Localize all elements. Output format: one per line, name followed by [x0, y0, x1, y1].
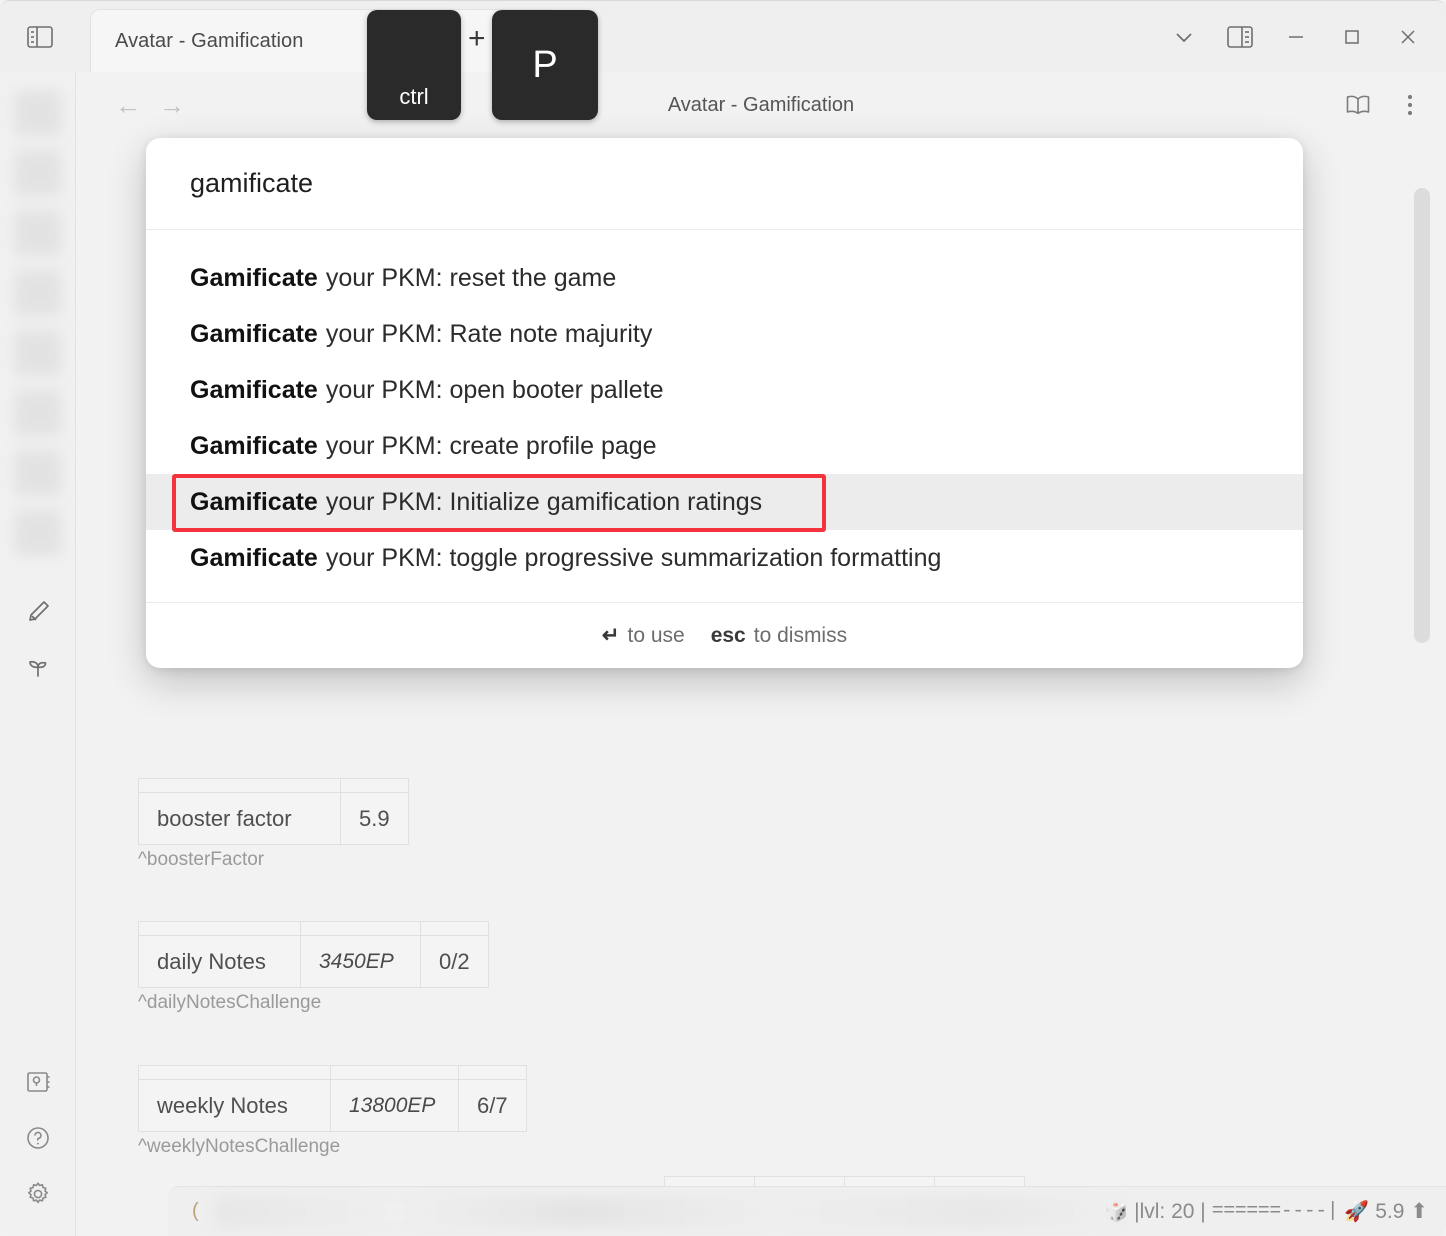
title-bar: Avatar - Gamification: [0, 0, 1446, 72]
command-item-label: your PKM: create profile page: [326, 432, 657, 461]
maximize-icon[interactable]: [1324, 11, 1380, 63]
ribbon-redacted-items: [10, 82, 66, 592]
table-cell: 5.9: [341, 793, 409, 845]
enter-hint: ↵ to use: [602, 623, 685, 648]
keycap-p-label: P: [532, 44, 557, 87]
left-sidebar-toggle-icon[interactable]: [20, 17, 60, 57]
daily-notes-block: daily Notes 3450EP 0/2 ^dailyNotesChalle…: [138, 921, 489, 1014]
tab-avatar-gamification[interactable]: Avatar - Gamification: [90, 9, 560, 73]
command-item-match: Gamificate: [190, 432, 318, 461]
command-item-label: your PKM: open booter pallete: [326, 376, 664, 405]
xp-progress-bar: ======----|: [1212, 1200, 1339, 1223]
command-item-match: Gamificate: [190, 264, 318, 293]
vault-icon[interactable]: [18, 1062, 58, 1102]
help-icon[interactable]: [18, 1118, 58, 1158]
table-cell: 13800EP: [331, 1080, 459, 1132]
status-bar: ( 🎲 |lvl: 20 | ======----| 🚀 5.9 ⬆: [168, 1186, 1446, 1236]
command-item-match: Gamificate: [190, 488, 318, 517]
document-title: Avatar - Gamification: [76, 72, 1446, 138]
left-ribbon: [0, 72, 76, 1236]
command-palette-footer: ↵ to use esc to dismiss: [146, 602, 1303, 668]
block-reference: ^weeklyNotesChallenge: [138, 1136, 527, 1158]
command-item-open-booter-pallete[interactable]: Gamificate your PKM: open booter pallete: [146, 362, 1303, 418]
settings-gear-icon[interactable]: [18, 1174, 58, 1214]
table-cell: daily Notes: [139, 936, 301, 988]
command-item-create-profile-page[interactable]: Gamificate your PKM: create profile page: [146, 418, 1303, 474]
more-options-icon[interactable]: [1390, 85, 1430, 125]
esc-hint: esc to dismiss: [711, 624, 847, 648]
window-controls: [1156, 11, 1436, 63]
keycap-plus: +: [468, 22, 486, 56]
weekly-notes-block: weekly Notes 13800EP 6/7 ^weeklyNotesCha…: [138, 1065, 527, 1158]
table-cell: 0/2: [421, 936, 489, 988]
rocket-icon: 🚀: [1344, 1199, 1369, 1224]
esc-hint-label: to dismiss: [754, 624, 847, 648]
block-reference: ^dailyNotesChallenge: [138, 992, 489, 1014]
chevron-down-icon[interactable]: [1156, 11, 1212, 63]
trend-up-icon: ⬆: [1410, 1199, 1428, 1224]
command-item-reset-the-game[interactable]: Gamificate your PKM: reset the game: [146, 250, 1303, 306]
command-item-initialize-gamification-ratings[interactable]: Gamificate your PKM: Initialize gamificat…: [146, 474, 1303, 530]
enter-key-icon: ↵: [602, 623, 620, 648]
scrollbar-thumb[interactable]: [1414, 188, 1430, 643]
table-cell: 3450EP: [301, 936, 421, 988]
back-arrow-icon[interactable]: ←: [106, 83, 150, 127]
book-icon[interactable]: [1338, 85, 1378, 125]
booster-factor-block: booster factor 5.9 ^boosterFactor: [138, 778, 409, 871]
document-scrollbar[interactable]: [1402, 138, 1442, 1188]
command-palette: Gamificate your PKM: reset the game Gamif…: [146, 138, 1303, 668]
command-item-toggle-progressive-summarization-formatting[interactable]: Gamificate your PKM: toggle progressive s…: [146, 530, 1303, 586]
command-item-label: your PKM: toggle progressive summarizati…: [326, 544, 942, 573]
command-item-match: Gamificate: [190, 320, 318, 349]
command-results-list: Gamificate your PKM: reset the game Gamif…: [146, 230, 1303, 596]
esc-key-label: esc: [711, 624, 746, 648]
table-cell: booster factor: [139, 793, 341, 845]
minimize-icon[interactable]: [1268, 11, 1324, 63]
forward-arrow-icon[interactable]: →: [150, 83, 194, 127]
enter-hint-label: to use: [627, 624, 684, 648]
status-left-text: (: [192, 1200, 199, 1223]
close-icon[interactable]: [1380, 11, 1436, 63]
status-bar-gamification[interactable]: 🎲 |lvl: 20 | ======----| 🚀 5.9 ⬆: [1103, 1199, 1428, 1224]
document-header-actions: [1338, 72, 1430, 138]
command-palette-search: [146, 138, 1303, 230]
sprout-icon[interactable]: [18, 648, 58, 688]
command-item-match: Gamificate: [190, 544, 318, 573]
command-item-label: your PKM: reset the game: [326, 264, 616, 293]
table-cell: 6/7: [459, 1080, 527, 1132]
keycap-ctrl: ctrl: [367, 10, 461, 120]
block-reference: ^boosterFactor: [138, 849, 409, 871]
keycap-p: P: [492, 10, 598, 120]
tab-label: Avatar - Gamification: [115, 30, 303, 53]
document-header: ← → Avatar - Gamification: [76, 72, 1446, 138]
status-bar-left-redacted: (: [192, 1197, 1103, 1227]
keycap-ctrl-label: ctrl: [399, 84, 428, 110]
obsidian-window: Avatar - Gamification: [0, 0, 1446, 1236]
highlighter-icon[interactable]: [18, 592, 58, 632]
booster-factor-table: booster factor 5.9: [138, 778, 409, 845]
table-cell: weekly Notes: [139, 1080, 331, 1132]
weekly-notes-table: weekly Notes 13800EP 6/7: [138, 1065, 527, 1132]
search-input[interactable]: [190, 168, 1259, 199]
command-item-label: your PKM: Initialize gamification rating…: [326, 488, 762, 517]
command-item-rate-note-majurity[interactable]: Gamificate your PKM: Rate note majurity: [146, 306, 1303, 362]
right-sidebar-toggle-icon[interactable]: [1212, 11, 1268, 63]
daily-notes-table: daily Notes 3450EP 0/2: [138, 921, 489, 988]
command-item-match: Gamificate: [190, 376, 318, 405]
level-text: |lvl: 20 |: [1134, 1200, 1206, 1224]
booster-value: 5.9: [1375, 1200, 1404, 1224]
command-item-label: your PKM: Rate note majurity: [326, 320, 653, 349]
